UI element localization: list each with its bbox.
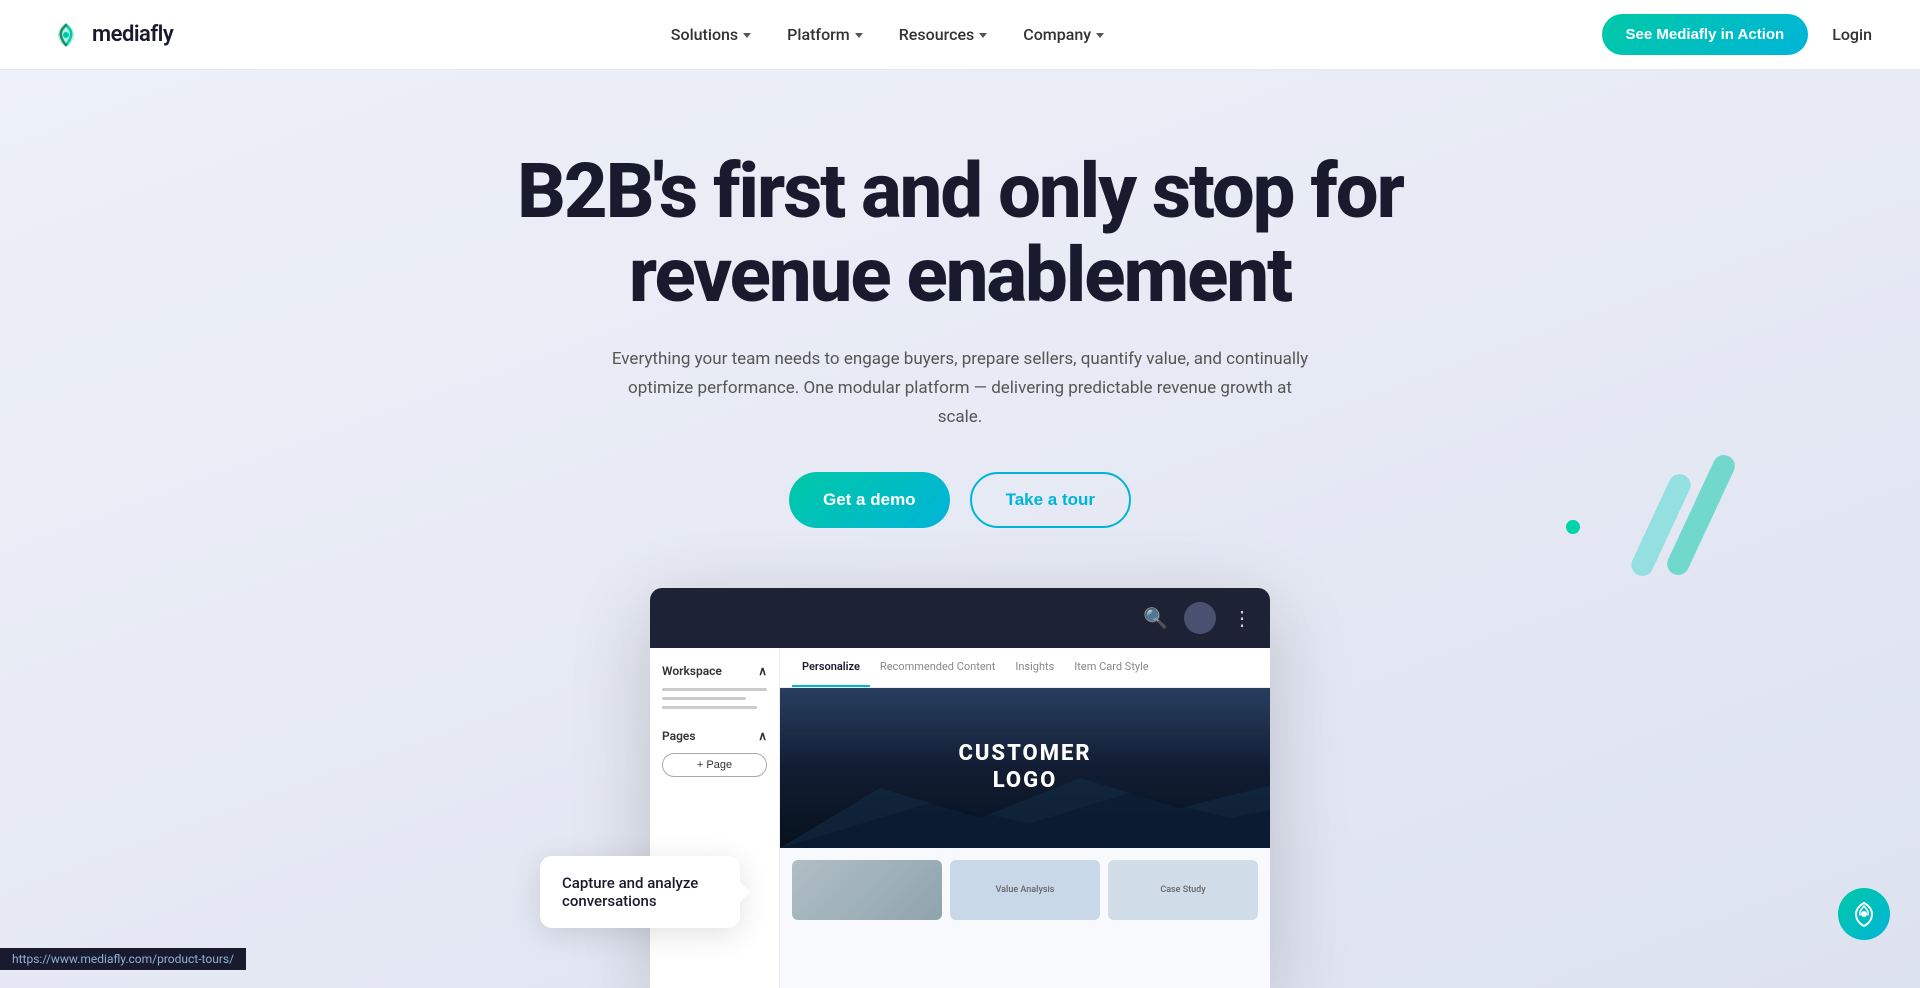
mockup-body: Workspace ∧ Pages ∧ + Page (650, 648, 1270, 988)
mockup-header-bar: 🔍 ⋮ (650, 588, 1270, 648)
nav-solutions[interactable]: Solutions (671, 25, 751, 44)
sidebar-line (662, 697, 746, 700)
mockup-hero-image: CUSTOMER LOGO (780, 688, 1270, 848)
get-demo-button[interactable]: Get a demo (789, 472, 950, 528)
avatar (1184, 602, 1216, 634)
login-link[interactable]: Login (1832, 25, 1872, 44)
navigation: mediafly Solutions Platform Resources Co… (0, 0, 1920, 70)
take-tour-button[interactable]: Take a tour (970, 472, 1131, 528)
sidebar-content-lines (662, 688, 767, 709)
mockup-thumbnail-strip: Value Analysis Case Study (780, 848, 1270, 932)
decorative-dot (1566, 520, 1580, 534)
chevron-up-icon: ∧ (758, 729, 767, 743)
nav-right-actions: See Mediafly in Action Login (1602, 14, 1872, 55)
chat-icon-button[interactable] (1838, 888, 1890, 940)
add-page-button[interactable]: + Page (662, 753, 767, 777)
chevron-down-icon (979, 33, 987, 38)
thumbnail-item: Value Analysis (950, 860, 1100, 920)
customer-logo-placeholder: CUSTOMER LOGO (958, 741, 1091, 794)
thumbnail-item: Case Study (1108, 860, 1258, 920)
chevron-down-icon (1096, 33, 1104, 38)
thumbnail-item (792, 860, 942, 920)
app-mockup-wrapper: Capture and analyze conversations 🔍 ⋮ Wo… (20, 588, 1900, 988)
workspace-section-header: Workspace ∧ (662, 664, 767, 678)
sidebar-line (662, 688, 767, 691)
app-mockup: 🔍 ⋮ Workspace ∧ (650, 588, 1270, 988)
nav-menu: Solutions Platform Resources Company (671, 25, 1104, 44)
hero-cta-buttons: Get a demo Take a tour (20, 472, 1900, 528)
logo-wordmark: mediafly (92, 22, 173, 47)
mediafly-icon (1850, 900, 1878, 928)
search-icon: 🔍 (1143, 606, 1168, 630)
see-mediafly-button[interactable]: See Mediafly in Action (1602, 14, 1809, 55)
nav-platform[interactable]: Platform (787, 25, 863, 44)
mockup-main-content: Personalize Recommended Content Insights… (780, 648, 1270, 988)
logo-link[interactable]: mediafly (48, 17, 173, 53)
sidebar-line (662, 706, 757, 709)
tab-item-card[interactable]: Item Card Style (1064, 648, 1158, 687)
tab-personalize[interactable]: Personalize (792, 648, 870, 687)
hero-subtitle: Everything your team needs to engage buy… (610, 345, 1310, 432)
tab-insights[interactable]: Insights (1005, 648, 1064, 687)
nav-resources[interactable]: Resources (899, 25, 988, 44)
mediafly-logo-icon (48, 17, 84, 53)
more-options-icon: ⋮ (1232, 606, 1254, 630)
tab-recommended[interactable]: Recommended Content (870, 648, 1005, 687)
mockup-tabs-bar: Personalize Recommended Content Insights… (780, 648, 1270, 688)
status-bar: https://www.mediafly.com/product-tours/ (0, 948, 246, 970)
mockup-sidebar: Workspace ∧ Pages ∧ + Page (650, 648, 780, 988)
chevron-up-icon: ∧ (758, 664, 767, 678)
chevron-down-icon (855, 33, 863, 38)
tooltip-bubble: Capture and analyze conversations (540, 856, 740, 928)
hero-section: B2B's first and only stop for revenue en… (0, 70, 1920, 988)
nav-company[interactable]: Company (1023, 25, 1104, 44)
chevron-down-icon (743, 33, 751, 38)
hero-title: B2B's first and only stop for revenue en… (510, 150, 1410, 317)
pages-section-header: Pages ∧ (662, 729, 767, 743)
